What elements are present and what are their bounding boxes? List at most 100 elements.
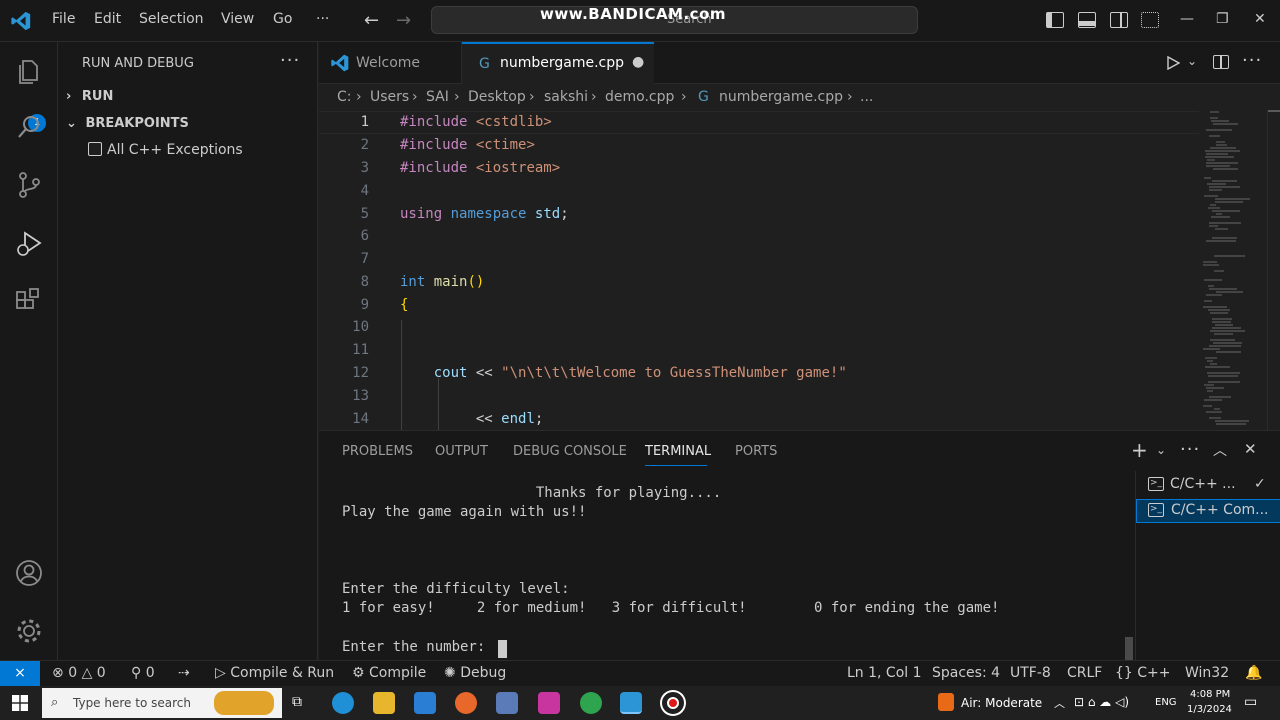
forward-arrow-icon[interactable]: → — [396, 10, 411, 31]
maximize-panel-icon[interactable]: ︿ — [1213, 440, 1227, 460]
compile-button[interactable]: ⚙ Compile — [352, 665, 426, 681]
tab-output[interactable]: OUTPUT — [435, 444, 488, 459]
tab-terminal[interactable]: TERMINAL — [645, 444, 711, 459]
clock-time[interactable]: 4:08 PM — [1190, 689, 1230, 700]
toggle-sidebar-icon[interactable] — [1046, 12, 1064, 28]
breadcrumb-item[interactable]: SAI — [426, 89, 449, 105]
unsaved-dot-icon[interactable]: ● — [632, 54, 644, 70]
ports-status[interactable]: ⚲ 0 — [131, 665, 155, 681]
language-indicator[interactable]: ENG — [1155, 697, 1177, 708]
breadcrumb-separator: › — [591, 89, 597, 105]
line-number: 1 — [360, 114, 369, 130]
notifications-bell-icon[interactable]: 🔔 — [1245, 665, 1262, 681]
terminal-dropdown-chevron-icon[interactable]: ⌄ — [1156, 443, 1166, 457]
line-number: 11 — [352, 342, 369, 358]
clock-date[interactable]: 1/3/2024 — [1187, 704, 1232, 715]
line-number: 10 — [352, 319, 369, 335]
tab-welcome[interactable]: Welcome — [319, 42, 462, 84]
tab-problems[interactable]: PROBLEMS — [342, 444, 413, 459]
action-center-icon[interactable]: ▭ — [1244, 694, 1257, 710]
customize-layout-icon[interactable] — [1141, 12, 1159, 28]
taskbar-search-box[interactable]: ⌕ Type here to search — [42, 688, 282, 718]
run-and-debug-icon[interactable] — [14, 228, 44, 258]
app-icon[interactable] — [496, 692, 518, 714]
toggle-panel-icon[interactable] — [1078, 12, 1096, 28]
sidebar-more-actions[interactable]: ··· — [280, 50, 300, 71]
encoding[interactable]: UTF-8 — [1010, 665, 1051, 681]
instagram-icon[interactable] — [538, 692, 560, 714]
edge-browser-icon[interactable] — [332, 692, 354, 714]
problems-status[interactable]: ⊗ 0 △ 0 — [52, 665, 106, 681]
tab-debug-console[interactable]: DEBUG CONSOLE — [513, 444, 627, 459]
remote-indicator-icon[interactable]: ⨯ — [0, 661, 40, 687]
editor-more-actions-icon[interactable]: ··· — [1242, 50, 1262, 71]
tray-chevron-icon[interactable]: ︿ — [1054, 695, 1065, 711]
restore-icon[interactable]: ❐ — [1216, 11, 1229, 27]
run-section-header[interactable]: › RUN — [66, 89, 113, 104]
explorer-icon[interactable] — [14, 56, 44, 86]
close-panel-icon[interactable]: ✕ — [1244, 440, 1257, 458]
line-endings[interactable]: CRLF — [1067, 665, 1102, 681]
breadcrumb-item[interactable]: sakshi — [544, 89, 588, 105]
breadcrumb-item[interactable]: ... — [860, 89, 873, 105]
split-editor-icon[interactable] — [1213, 55, 1229, 69]
breakpoint-label: All C++ Exceptions — [107, 142, 243, 158]
firefox-icon[interactable] — [455, 692, 477, 714]
close-window-icon[interactable]: ✕ — [1254, 11, 1266, 27]
extensions-icon[interactable] — [14, 286, 44, 316]
minimap[interactable] — [1199, 110, 1269, 430]
minimize-icon[interactable]: — — [1180, 11, 1194, 27]
file-explorer-icon[interactable] — [373, 692, 395, 714]
task-view-icon[interactable]: ⧉ — [292, 694, 302, 710]
platform[interactable]: Win32 — [1185, 665, 1229, 681]
chrome-icon[interactable] — [580, 692, 602, 714]
cursor-position[interactable]: Ln 1, Col 1 — [847, 665, 922, 681]
tab-ports[interactable]: PORTS — [735, 444, 777, 459]
terminal-scrollbar[interactable] — [1125, 637, 1133, 661]
tray-icons[interactable]: ⊡ ⌂ ☁ ◁) — [1074, 695, 1129, 709]
menu-view[interactable]: View — [221, 11, 254, 27]
breakpoints-section-header[interactable]: ⌄ BREAKPOINTS — [66, 116, 189, 131]
menu-selection[interactable]: Selection — [139, 11, 204, 27]
breakpoint-checkbox[interactable] — [88, 142, 102, 156]
breadcrumb-item[interactable]: Desktop — [468, 89, 526, 105]
breadcrumb-item[interactable]: numbergame.cpp — [719, 89, 843, 105]
new-terminal-plus-icon[interactable]: + — [1131, 438, 1148, 462]
run-file-icon[interactable] — [1166, 56, 1180, 70]
source-control-icon[interactable] — [14, 170, 44, 200]
settings-gear-icon[interactable] — [14, 616, 44, 646]
breadcrumb-item[interactable]: demo.cpp — [605, 89, 674, 105]
panel-more-icon[interactable]: ··· — [1180, 439, 1200, 460]
code-token: std — [534, 206, 561, 222]
breadcrumb-item[interactable]: C: — [337, 89, 352, 105]
menu-go[interactable]: Go — [273, 11, 292, 27]
run-dropdown-chevron-icon[interactable]: ⌄ — [1187, 54, 1197, 68]
weather-text[interactable]: Air: Moderate — [961, 696, 1042, 710]
mail-icon[interactable] — [414, 692, 436, 714]
back-arrow-icon[interactable]: ← — [364, 10, 379, 31]
terminal-list-item-selected[interactable]: >_ C/C++ Com... — [1136, 499, 1280, 523]
line-number: 7 — [360, 251, 369, 267]
code-editor[interactable]: 1 2 3 4 5 6 7 8 9 10 11 12 13 14 #includ… — [319, 110, 1280, 430]
breadcrumb-item[interactable]: Users — [370, 89, 409, 105]
terminal-list-item[interactable]: >_ C/C++ ... ✓ — [1136, 473, 1280, 497]
terminal-list-label: C/C++ ... — [1170, 476, 1236, 492]
toggle-secondary-sidebar-icon[interactable] — [1110, 12, 1128, 28]
account-icon[interactable] — [14, 558, 44, 588]
tab-numbergame-cpp[interactable]: G numbergame.cpp ● — [462, 42, 654, 85]
menu-edit[interactable]: Edit — [94, 11, 121, 27]
debug-launch-icon[interactable]: ⇢ — [178, 665, 190, 681]
menu-more[interactable]: ··· — [316, 11, 329, 27]
menu-file[interactable]: File — [52, 11, 75, 27]
editor-scrollbar[interactable] — [1267, 110, 1280, 430]
windows-start-icon[interactable] — [12, 695, 28, 711]
indentation[interactable]: Spaces: 4 — [932, 665, 1000, 681]
debug-button[interactable]: ✺ Debug — [444, 665, 506, 681]
line-number: 6 — [360, 228, 369, 244]
search-icon[interactable] — [14, 112, 44, 142]
bandicam-record-icon[interactable] — [662, 692, 684, 714]
language-mode[interactable]: {} C++ — [1115, 665, 1171, 681]
vscode-taskbar-icon[interactable] — [620, 692, 642, 714]
compile-run-button[interactable]: ▷ Compile & Run — [215, 665, 334, 681]
taskbar-search-placeholder: Type here to search — [73, 696, 191, 710]
